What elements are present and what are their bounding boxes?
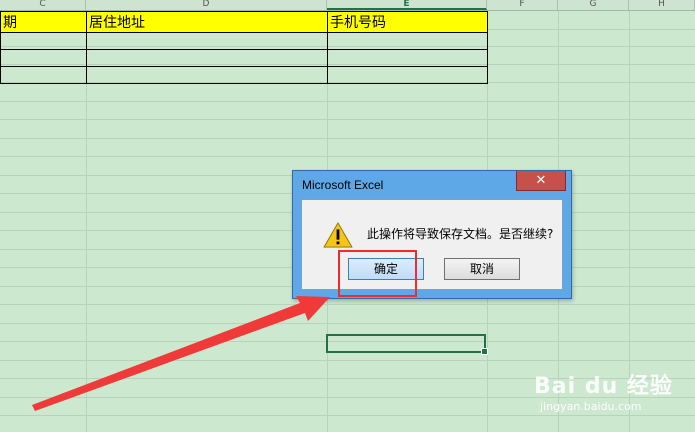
data-table: 期 居住地址 手机号码 <box>0 11 488 84</box>
column-header-bar: C D E F G H <box>0 0 695 11</box>
column-header-c[interactable]: C <box>0 0 86 10</box>
header-cell-phone[interactable]: 手机号码 <box>327 11 488 33</box>
highlight-box <box>338 250 417 297</box>
table-row <box>0 66 488 84</box>
grid-line <box>0 156 695 157</box>
watermark-url: jingyan.baidu.com <box>540 400 642 413</box>
table-cell[interactable] <box>86 32 328 50</box>
table-cell[interactable] <box>327 66 488 84</box>
column-header-g[interactable]: G <box>558 0 629 10</box>
grid-line <box>0 360 695 361</box>
column-header-e[interactable]: E <box>327 0 487 10</box>
excel-dialog: Microsoft Excel ✕ 此操作将导致保存文档。是否继续? 确定 取消 <box>292 170 572 299</box>
grid-line <box>0 119 695 120</box>
dialog-title: Microsoft Excel <box>302 178 384 192</box>
grid-line <box>0 323 695 324</box>
table-row <box>0 32 488 50</box>
column-header-d[interactable]: D <box>86 0 327 10</box>
active-cell-selection[interactable] <box>326 334 488 355</box>
fill-handle[interactable] <box>481 348 488 355</box>
grid-line <box>0 304 695 305</box>
header-cell-date[interactable]: 期 <box>0 11 87 33</box>
table-cell[interactable] <box>327 32 488 50</box>
column-header-h[interactable]: H <box>629 0 695 10</box>
dialog-message: 此操作将导致保存文档。是否继续? <box>367 227 554 241</box>
watermark-logo: Bai du 经验 <box>534 374 673 399</box>
warning-icon <box>323 222 353 248</box>
table-cell[interactable] <box>0 32 87 50</box>
table-header-row: 期 居住地址 手机号码 <box>0 11 488 33</box>
close-button[interactable]: ✕ <box>516 171 566 191</box>
grid-line <box>0 138 695 139</box>
table-cell[interactable] <box>86 66 328 84</box>
table-row <box>0 49 488 67</box>
baidu-watermark: Bai du 经验 jingyan.baidu.com <box>534 368 694 428</box>
cancel-button[interactable]: 取消 <box>444 258 520 280</box>
column-header-f[interactable]: F <box>487 0 558 10</box>
table-cell[interactable] <box>0 49 87 67</box>
table-cell[interactable] <box>86 49 328 67</box>
grid-line <box>0 101 695 102</box>
header-cell-address[interactable]: 居住地址 <box>86 11 328 33</box>
table-cell[interactable] <box>0 66 87 84</box>
table-cell[interactable] <box>327 49 488 67</box>
